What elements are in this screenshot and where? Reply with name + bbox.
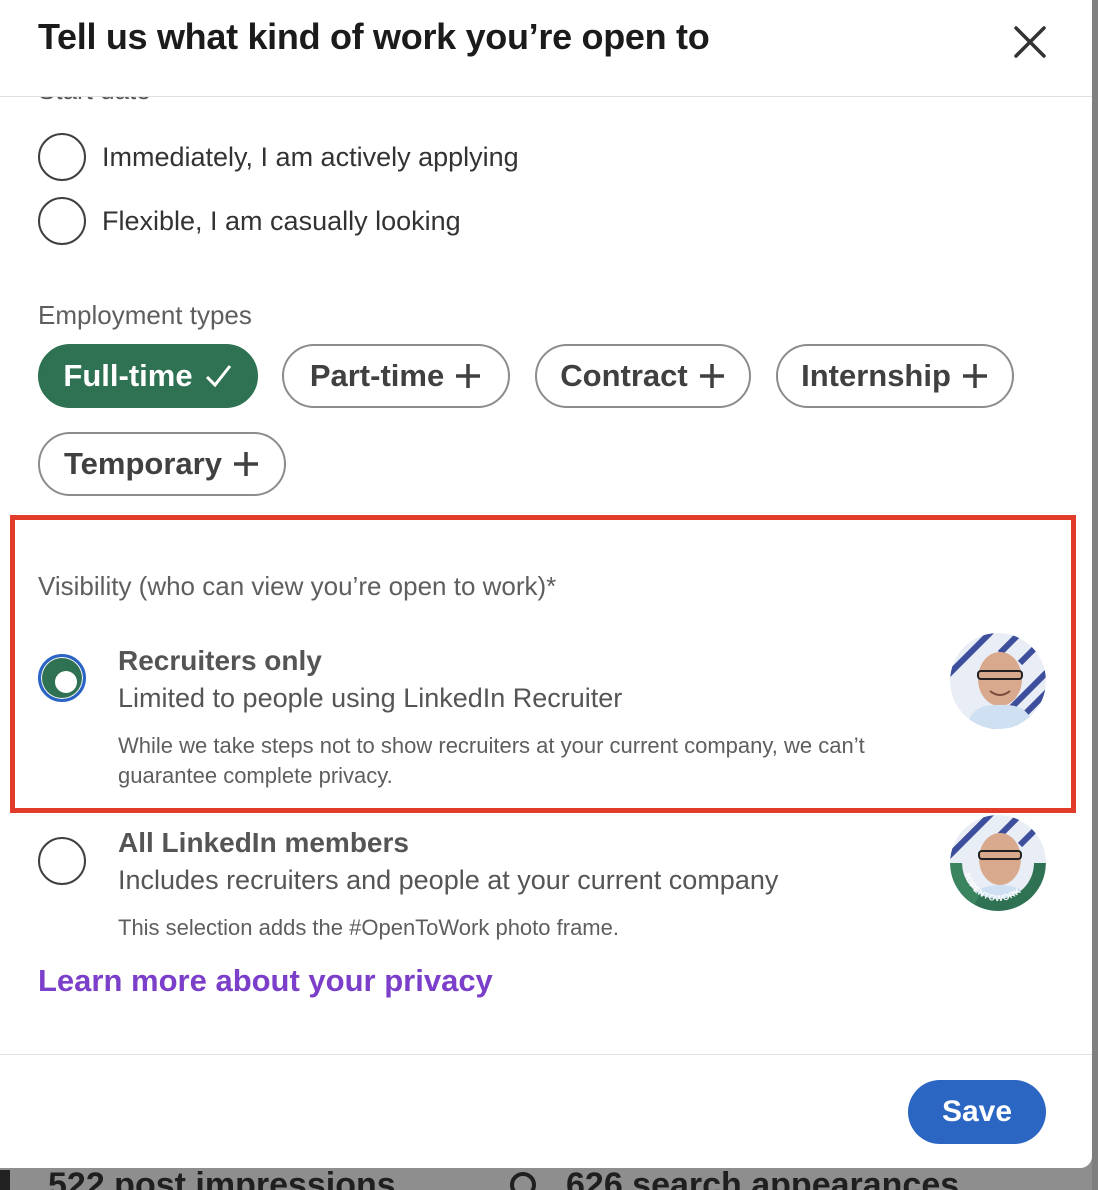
plus-icon (961, 362, 989, 390)
avatar-plain (950, 633, 1046, 729)
plus-icon (698, 362, 726, 390)
chip-contract-label: Contract (560, 358, 688, 393)
recruiters-only-note: While we take steps not to show recruite… (118, 733, 865, 788)
modal-body[interactable]: Start date Immediately, I am actively ap… (0, 97, 1092, 1054)
recruiters-only-subtitle: Limited to people using LinkedIn Recruit… (118, 683, 623, 713)
background-edge (1092, 0, 1098, 1190)
recruiters-only-radio[interactable] (38, 654, 86, 702)
close-button[interactable] (1008, 20, 1052, 64)
close-icon (1014, 26, 1046, 58)
plus-icon (454, 362, 482, 390)
start-date-label: Start date (38, 97, 151, 106)
chip-full-time[interactable]: Full-time (38, 344, 258, 408)
background-marker (0, 1170, 10, 1190)
all-members-note: This selection adds the #OpenToWork phot… (118, 915, 619, 940)
start-flexible-label: Flexible, I am casually looking (102, 205, 461, 236)
chip-temporary[interactable]: Temporary (38, 432, 286, 496)
search-icon (506, 1168, 546, 1190)
modal-title: Tell us what kind of work you’re open to (38, 16, 710, 57)
chip-internship-label: Internship (801, 358, 951, 393)
start-flexible-option[interactable]: Flexible, I am casually looking (38, 197, 461, 245)
avatar-open-to-work-frame: #OPENTOWORK (950, 815, 1046, 911)
recruiters-only-title: Recruiters only (118, 645, 322, 676)
chip-part-time-label: Part-time (309, 358, 445, 393)
start-immediately-label: Immediately, I am actively applying (102, 141, 519, 172)
chip-contract[interactable]: Contract (535, 344, 751, 408)
all-members-title: All LinkedIn members (118, 827, 409, 858)
save-button[interactable]: Save (908, 1080, 1046, 1144)
chip-temporary-label: Temporary (64, 446, 222, 481)
chip-full-time-label: Full-time (63, 358, 193, 393)
modal-header: Tell us what kind of work you’re open to (0, 0, 1092, 97)
plus-icon (232, 450, 260, 478)
start-flexible-radio[interactable] (38, 197, 86, 245)
chip-internship[interactable]: Internship (776, 344, 1014, 408)
checkmark-icon (203, 361, 233, 391)
chip-part-time[interactable]: Part-time (282, 344, 510, 408)
learn-privacy-link[interactable]: Learn more about your privacy (38, 963, 493, 999)
start-immediately-radio[interactable] (38, 133, 86, 181)
bg-search-stat: 626 search appearances (566, 1166, 960, 1190)
modal-footer: Save (0, 1054, 1092, 1168)
start-immediately-option[interactable]: Immediately, I am actively applying (38, 133, 519, 181)
open-to-work-modal: Tell us what kind of work you’re open to… (0, 0, 1092, 1168)
visibility-label: Visibility (who can view you’re open to … (38, 571, 557, 601)
employment-types-label: Employment types (38, 300, 252, 330)
bg-impressions-stat: 522 post impressions (48, 1166, 396, 1190)
all-members-subtitle: Includes recruiters and people at your c… (118, 865, 779, 895)
all-members-radio[interactable] (38, 837, 86, 885)
